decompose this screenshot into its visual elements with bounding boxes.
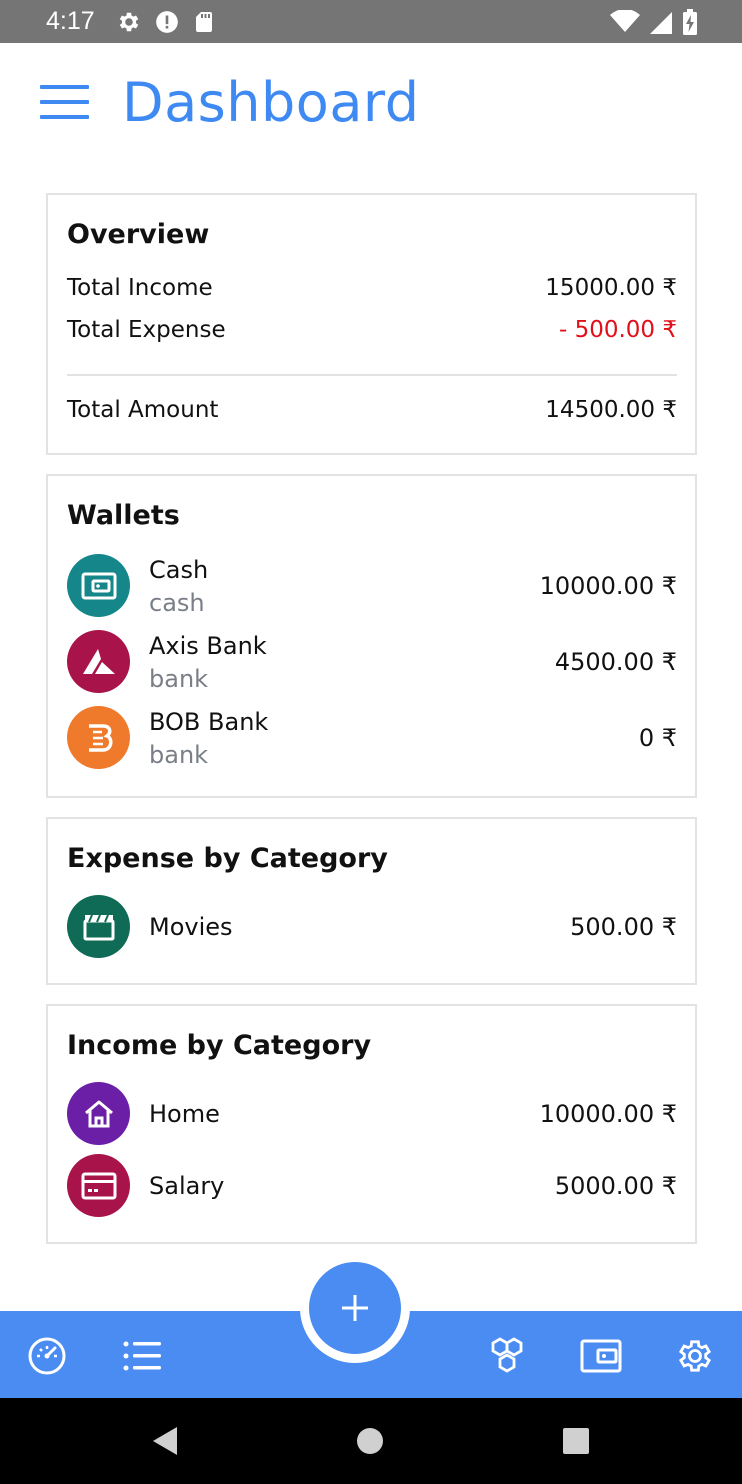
category-avatar [67,1082,130,1145]
total-amount-label: Total Amount [67,397,219,423]
expense-by-category-card: Expense by Category Movies 500.00 ₹ [46,817,697,985]
category-avatar [67,895,130,958]
wallet-icon [580,1339,622,1373]
clapperboard-icon [83,914,114,940]
category-amount: 5000.00 ₹ [554,1172,677,1200]
nav-wallets-button[interactable] [580,1335,622,1377]
category-name: Home [149,1100,220,1128]
settings-icon [119,12,139,32]
hamburger-menu-button[interactable] [40,83,90,121]
income-category-title: Income by Category [67,1030,372,1061]
wallet-avatar [67,706,130,769]
status-left-icons [116,9,216,35]
home-icon [357,1428,383,1454]
hamburger-menu-icon [40,85,89,119]
overview-divider [67,374,677,376]
settings-icon [678,1340,712,1372]
nav-transactions-button[interactable] [122,1335,164,1377]
add-icon [342,1295,368,1321]
status-bar: 4:17 [0,0,742,43]
total-income-label: Total Income [67,275,213,301]
wallet-type: cash [149,589,205,617]
wallet-name: BOB Bank [149,708,269,736]
overview-title: Overview [67,219,210,250]
alert-icon [156,11,178,33]
wallet-type: bank [149,741,209,769]
wallet-avatar [67,630,130,693]
total-expense-value: - 500.00 ₹ [558,317,677,343]
income-by-category-card: Income by Category Home 10000.00 ₹ Salar… [46,1004,697,1244]
wallet-amount: 4500.00 ₹ [554,648,677,676]
list-icon [123,1341,161,1371]
status-time: 4:17 [46,7,95,35]
back-icon [153,1427,177,1455]
system-back-button[interactable] [146,1423,182,1459]
wallets-card: Wallets Cash cash 10000.00 ₹ Axis Bank b… [46,474,697,798]
total-expense-label: Total Expense [67,317,226,343]
dashboard-icon [28,1337,66,1375]
page-title: Dashboard [122,71,420,134]
wallet-amount: 0 ₹ [638,724,677,752]
total-income-value: 15000.00 ₹ [545,275,677,301]
wallet-avatar [67,554,130,617]
add-transaction-button[interactable] [309,1262,401,1354]
category-name: Salary [149,1172,225,1200]
categories-icon [491,1337,523,1373]
sd-card-icon [196,12,212,32]
app-bar: Dashboard [0,43,742,163]
wifi-icon [610,10,640,32]
wallet-name: Cash [149,556,209,584]
system-home-button[interactable] [352,1423,388,1459]
expense-category-title: Expense by Category [67,843,388,874]
system-navigation-bar [0,1398,742,1484]
credit-card-icon [81,1172,116,1199]
category-amount: 500.00 ₹ [570,913,677,941]
battery-icon [683,9,697,35]
category-name: Movies [149,913,233,941]
overview-card: Overview Total Income 15000.00 ₹ Total E… [46,193,697,455]
wallet-icon [81,572,116,599]
wallet-name: Axis Bank [149,632,267,660]
system-recents-button[interactable] [558,1423,594,1459]
wallets-title: Wallets [67,500,180,531]
bob-bank-logo-icon [88,723,112,752]
wallet-amount: 10000.00 ₹ [539,572,677,600]
nav-dashboard-button[interactable] [26,1335,68,1377]
recents-icon [563,1428,589,1454]
category-amount: 10000.00 ₹ [539,1100,677,1128]
total-amount-value: 14500.00 ₹ [545,397,677,423]
status-right-icons [610,9,698,35]
home-icon [84,1100,113,1127]
signal-icon [650,12,672,34]
wallet-type: bank [149,665,209,693]
nav-settings-button[interactable] [674,1335,716,1377]
category-avatar [67,1154,130,1217]
axis-bank-logo-icon [82,648,115,674]
nav-categories-button[interactable] [486,1335,528,1377]
